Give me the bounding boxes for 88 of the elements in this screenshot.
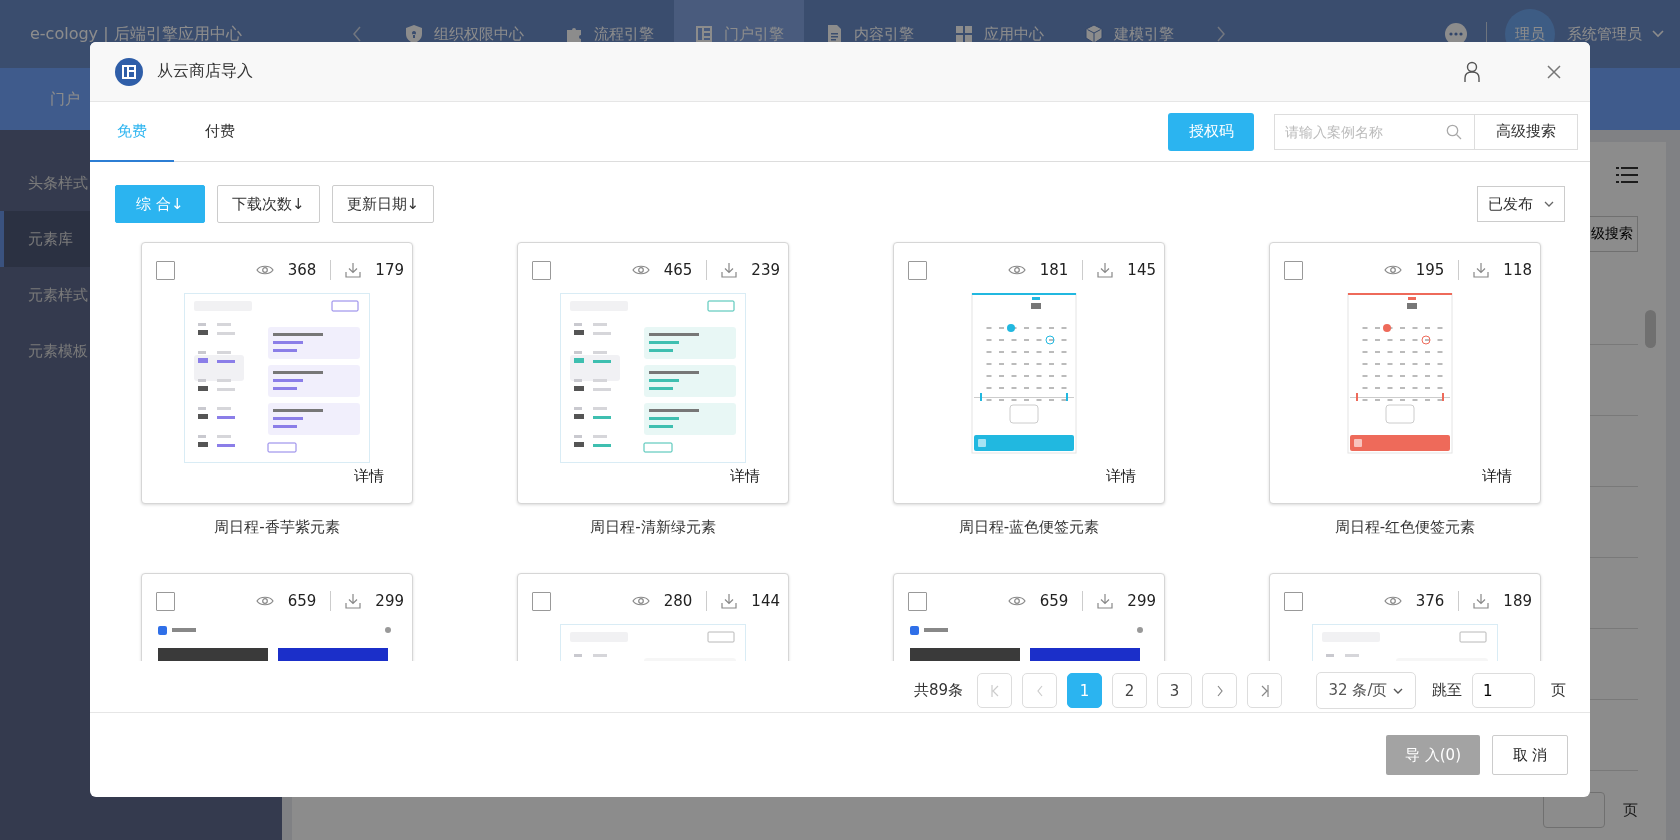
checkbox[interactable]	[908, 260, 927, 280]
jump-label: 跳至	[1432, 681, 1462, 700]
dialog-title: 从云商店导入	[157, 61, 253, 82]
checkbox[interactable]	[532, 260, 551, 280]
page-button[interactable]: 3	[1157, 673, 1192, 708]
element-card[interactable]: 659 299	[893, 573, 1165, 661]
download-count: 118	[1503, 261, 1532, 279]
scrollbar-thumb[interactable]	[1645, 310, 1656, 348]
element-card[interactable]: 280 144	[517, 573, 789, 661]
eye-icon	[1007, 264, 1026, 276]
page-suffix: 页	[1623, 800, 1638, 820]
element-card[interactable]: 195 118 详情	[1269, 242, 1541, 504]
download-icon	[345, 262, 362, 278]
checkbox[interactable]	[1284, 260, 1303, 280]
checkbox[interactable]	[156, 591, 175, 611]
search-field[interactable]: 请输入案例名称	[1274, 113, 1474, 150]
download-count: 299	[1127, 592, 1156, 610]
download-count: 189	[1503, 592, 1532, 610]
card-title: 周日程-香芋紫元素	[213, 518, 341, 537]
page-size-select[interactable]: 32 条/页	[1316, 672, 1416, 709]
list-icon[interactable]	[1616, 166, 1638, 184]
download-icon	[1473, 262, 1490, 278]
eye-icon	[255, 264, 274, 276]
sort-button[interactable]: 下载次数↓	[217, 185, 320, 223]
details-link[interactable]: 详情	[730, 467, 760, 486]
close-icon[interactable]	[1546, 63, 1562, 80]
details-link[interactable]: 详情	[1106, 467, 1136, 486]
download-count: 179	[375, 261, 404, 279]
tab[interactable]: 付费	[180, 101, 260, 162]
download-count: 145	[1127, 261, 1156, 279]
card-title: 周日程-蓝色便签元素	[957, 518, 1101, 537]
search-icon[interactable]	[1446, 123, 1462, 140]
caret-down-icon	[1544, 201, 1554, 207]
chevron-left-icon[interactable]	[352, 26, 362, 42]
view-count: 195	[1415, 261, 1445, 279]
eye-icon	[1383, 264, 1402, 276]
download-icon	[1097, 593, 1114, 609]
view-count: 659	[287, 592, 317, 610]
layout-logo-icon	[115, 57, 143, 86]
download-icon	[345, 593, 362, 609]
download-count: 144	[751, 592, 780, 610]
caret-down-icon	[1393, 687, 1404, 694]
download-icon	[721, 593, 738, 609]
eye-icon	[631, 595, 650, 607]
view-count: 280	[663, 592, 693, 610]
eye-icon	[255, 595, 274, 607]
element-card[interactable]: 376 189	[1269, 573, 1541, 661]
view-count: 659	[1039, 592, 1069, 610]
total-count: 共89条	[913, 681, 963, 700]
first-page-icon	[990, 684, 999, 697]
details-link[interactable]: 详情	[1482, 467, 1512, 486]
page-jump-field[interactable]: 1	[1472, 673, 1535, 708]
last-page-button[interactable]	[1247, 673, 1282, 708]
page-suffix: 页	[1551, 681, 1566, 700]
download-icon	[1473, 593, 1490, 609]
caret-down-icon[interactable]	[1652, 30, 1664, 38]
card-title: 周日程-红色便签元素	[1333, 518, 1477, 537]
download-icon	[721, 262, 738, 278]
checkbox[interactable]	[908, 591, 927, 611]
element-card[interactable]: 465 239 详情	[517, 242, 789, 504]
checkbox[interactable]	[532, 591, 551, 611]
eye-icon	[1383, 595, 1402, 607]
user-icon[interactable]	[1464, 60, 1480, 83]
advanced-search-button[interactable]: 高级搜索	[1474, 113, 1578, 150]
status-select[interactable]: 已发布	[1477, 186, 1565, 222]
card-title: 周日程-清新绿元素	[589, 518, 717, 537]
sort-button[interactable]: 更新日期↓	[331, 185, 435, 223]
view-count: 376	[1415, 592, 1445, 610]
eye-icon	[631, 264, 650, 276]
download-count: 299	[375, 592, 404, 610]
element-card[interactable]: 181 145 详情	[893, 242, 1165, 504]
view-count: 465	[663, 261, 693, 279]
cancel-button[interactable]: 取 消	[1492, 735, 1568, 775]
checkbox[interactable]	[156, 260, 175, 280]
chevron-right-icon	[1216, 684, 1223, 697]
download-icon	[1097, 262, 1114, 278]
chevron-left-icon	[1036, 684, 1043, 697]
last-page-icon	[1260, 684, 1269, 697]
view-count: 181	[1039, 261, 1069, 279]
chevron-right-icon[interactable]	[1216, 26, 1226, 42]
page-button[interactable]: 2	[1112, 673, 1147, 708]
element-card[interactable]: 659 299	[141, 573, 413, 661]
details-link[interactable]: 详情	[354, 467, 384, 486]
element-card[interactable]: 368 179 详情	[141, 242, 413, 504]
eye-icon	[1007, 595, 1026, 607]
checkbox[interactable]	[1284, 591, 1303, 611]
view-count: 368	[287, 261, 317, 279]
download-count: 239	[751, 261, 780, 279]
